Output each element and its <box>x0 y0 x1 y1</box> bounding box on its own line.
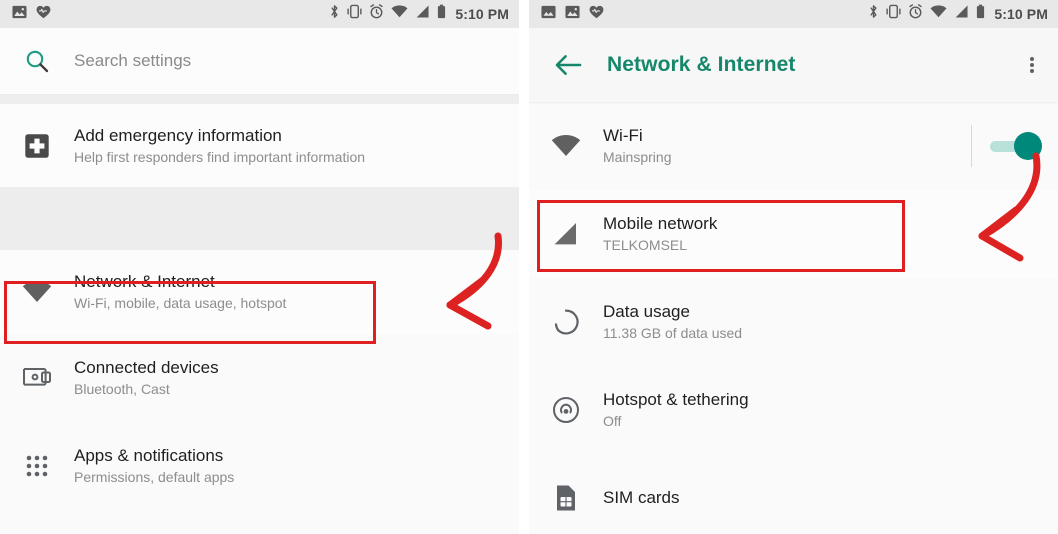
wifi-icon <box>930 5 947 23</box>
data-usage-icon <box>529 308 603 336</box>
connected-devices-text: Connected devices Bluetooth, Cast <box>74 357 519 399</box>
list-item-sublabel: 11.38 GB of data used <box>603 325 743 342</box>
search-settings-bar[interactable]: Search settings <box>0 28 519 95</box>
emergency-subtitle: Help first responders find important inf… <box>74 148 366 165</box>
sidebar-item-sublabel: Wi-Fi, mobile, data usage, hotspot <box>74 295 287 312</box>
status-bar-clock: 5:10 PM <box>455 6 509 22</box>
status-bar-right: 5:10 PM <box>529 0 1058 28</box>
data-usage-text: Data usage 11.38 GB of data used <box>603 301 1058 343</box>
list-item-label: Hotspot & tethering <box>603 390 749 410</box>
bluetooth-icon <box>329 4 340 24</box>
list-item-label: Data usage <box>603 302 690 322</box>
alarm-icon <box>908 4 923 24</box>
bluetooth-icon <box>868 4 879 24</box>
sidebar-item-label: Network & Internet <box>74 272 215 292</box>
settings-home-screen: 5:10 PM Search settings Add emergency in… <box>0 0 519 534</box>
image-icon <box>565 5 580 24</box>
heart-health-icon <box>36 5 51 24</box>
apps-grid-icon <box>0 452 74 480</box>
network-and-internet-screen: 5:10 PM Network & Internet Wi-Fi Mainspr… <box>529 0 1058 534</box>
section-gap <box>0 188 519 250</box>
search-icon <box>0 48 74 74</box>
battery-icon <box>437 4 446 24</box>
sidebar-item-apps-and-notifications[interactable]: Apps & notifications Permissions, defaul… <box>0 422 519 510</box>
vertical-divider <box>971 125 972 167</box>
divider <box>0 95 519 104</box>
sidebar-item-network-and-internet[interactable]: Network & Internet Wi-Fi, mobile, data u… <box>0 250 519 334</box>
list-item-label: SIM cards <box>603 488 680 508</box>
emergency-plus-icon <box>0 133 74 159</box>
signal-icon <box>415 5 430 23</box>
sidebar-item-label: Connected devices <box>74 358 219 378</box>
vibrate-icon <box>886 4 901 24</box>
sidebar-item-sublabel: Permissions, default apps <box>74 469 235 486</box>
list-item-data-usage[interactable]: Data usage 11.38 GB of data used <box>529 278 1058 366</box>
wifi-icon <box>529 135 603 157</box>
status-bar-notification-icons <box>12 5 51 24</box>
list-item-wifi[interactable]: Wi-Fi Mainspring <box>529 102 1058 190</box>
alarm-icon <box>369 4 384 24</box>
list-item-sim-cards[interactable]: SIM cards <box>529 454 1058 534</box>
connected-devices-icon <box>0 366 74 390</box>
sidebar-item-label: Apps & notifications <box>74 446 224 466</box>
search-input[interactable]: Search settings <box>74 51 191 71</box>
mobile-network-text: Mobile network TELKOMSEL <box>603 213 1058 255</box>
dual-screenshot-container: 5:10 PM Search settings Add emergency in… <box>0 0 1058 534</box>
wifi-text: Wi-Fi Mainspring <box>603 125 971 167</box>
sidebar-item-connected-devices[interactable]: Connected devices Bluetooth, Cast <box>0 334 519 422</box>
signal-icon <box>954 5 969 23</box>
sim-card-icon <box>529 484 603 512</box>
list-item-sublabel: TELKOMSEL <box>603 237 688 254</box>
status-bar-system-icons: 5:10 PM <box>868 4 1048 24</box>
status-bar-clock: 5:10 PM <box>994 6 1048 22</box>
back-arrow-icon[interactable] <box>529 54 607 76</box>
screen-separator <box>519 0 529 534</box>
apps-text: Apps & notifications Permissions, defaul… <box>74 445 519 487</box>
list-item-hotspot-and-tethering[interactable]: Hotspot & tethering Off <box>529 366 1058 454</box>
screenshot-icon <box>541 5 556 24</box>
status-bar-system-icons: 5:10 PM <box>329 4 509 24</box>
page-title: Network & Internet <box>607 53 796 76</box>
add-emergency-information-row[interactable]: Add emergency information Help first res… <box>0 104 519 188</box>
hotspot-icon <box>529 396 603 424</box>
heart-health-icon <box>589 5 604 24</box>
list-item-label: Mobile network <box>603 214 718 234</box>
status-bar-left: 5:10 PM <box>0 0 519 28</box>
sidebar-item-sublabel: Bluetooth, Cast <box>74 381 170 398</box>
sim-cards-text: SIM cards <box>603 487 1058 508</box>
emergency-title: Add emergency information <box>74 125 282 145</box>
app-bar: Network & Internet <box>529 28 1058 102</box>
image-icon <box>12 5 27 24</box>
vibrate-icon <box>347 4 362 24</box>
list-item-sublabel: Off <box>603 413 622 430</box>
wifi-icon <box>0 281 74 303</box>
wifi-icon <box>391 5 408 23</box>
overflow-menu-icon[interactable] <box>1006 55 1058 75</box>
status-bar-notification-icons <box>541 5 604 24</box>
list-item-sublabel: Mainspring <box>603 149 672 166</box>
list-item-label: Wi-Fi <box>603 126 643 146</box>
emergency-text: Add emergency information Help first res… <box>74 125 519 167</box>
battery-icon <box>976 4 985 24</box>
wifi-toggle[interactable] <box>990 132 1042 160</box>
network-text: Network & Internet Wi-Fi, mobile, data u… <box>74 271 519 313</box>
list-item-mobile-network[interactable]: Mobile network TELKOMSEL <box>529 190 1058 278</box>
signal-icon <box>529 222 603 246</box>
hotspot-text: Hotspot & tethering Off <box>603 389 1058 431</box>
